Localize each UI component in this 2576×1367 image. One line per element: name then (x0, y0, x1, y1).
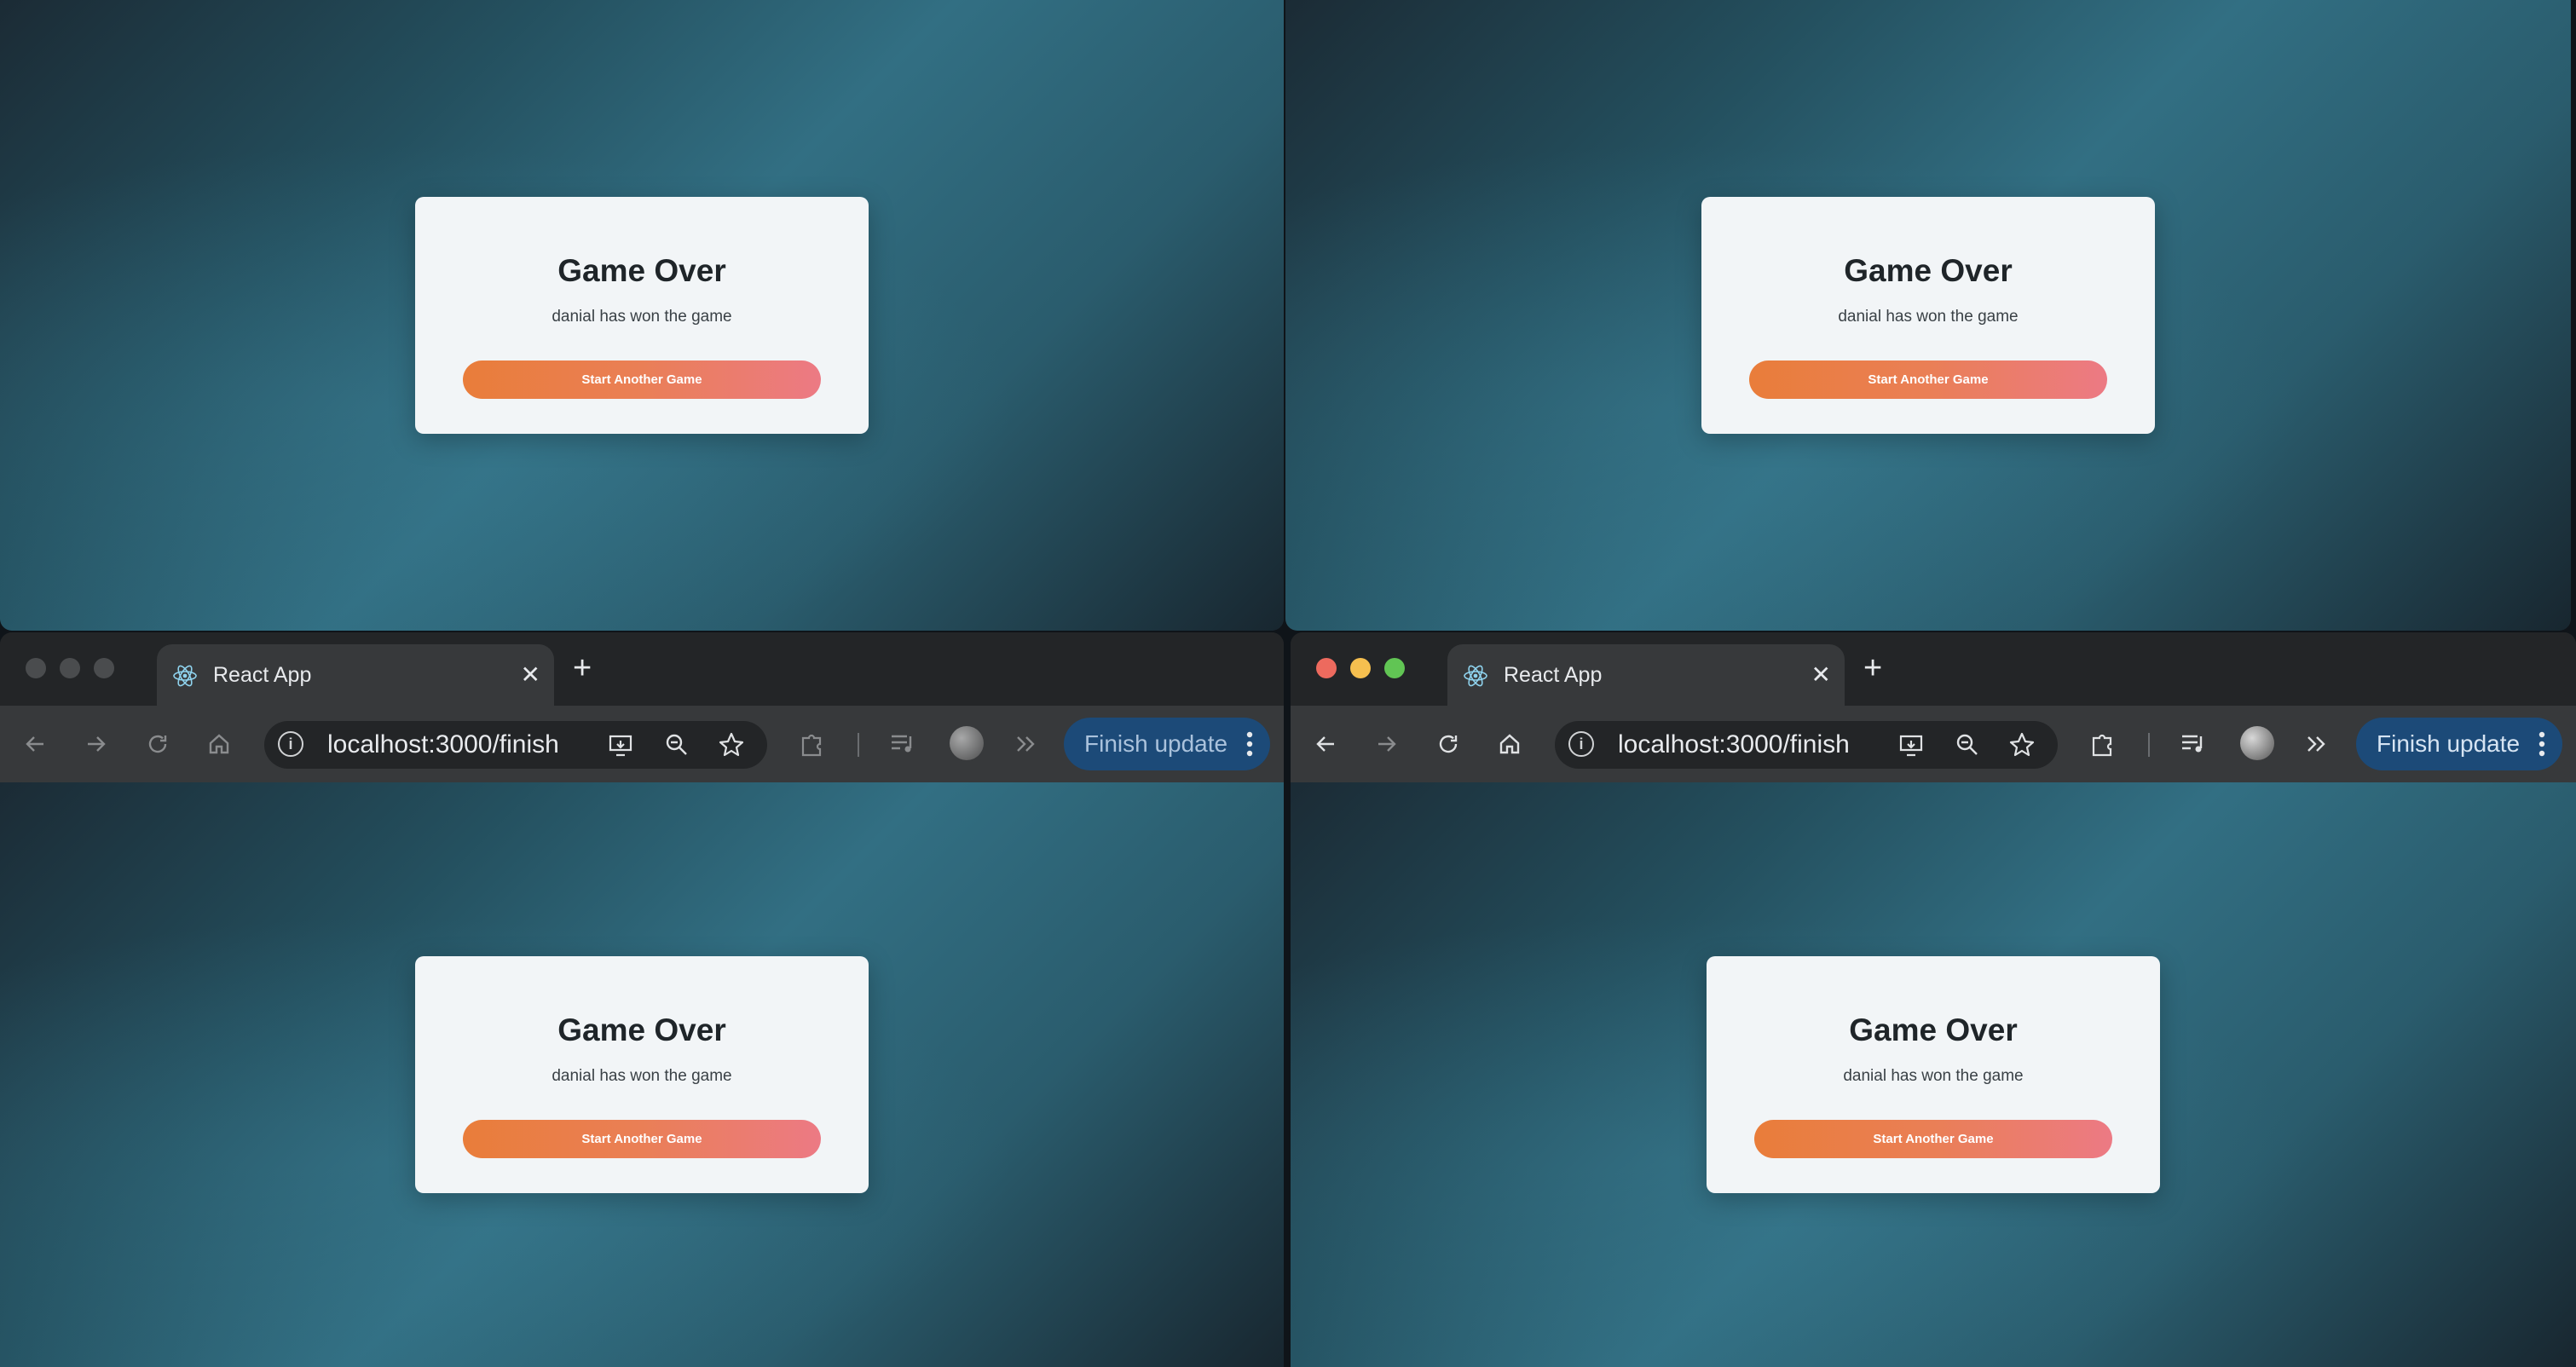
winner-message: danial has won the game (1838, 308, 2019, 326)
tab-strip: React App ✕ + (0, 632, 1284, 706)
site-info-icon[interactable]: i (1568, 731, 1594, 757)
profile-avatar[interactable] (2240, 726, 2274, 760)
minimize-window-button[interactable] (60, 658, 80, 678)
finish-update-label: Finish update (2377, 730, 2521, 757)
toolbar-separator (2148, 733, 2150, 757)
new-tab-button[interactable]: + (573, 649, 592, 687)
page-content: Game Over danial has won the game Start … (0, 0, 1284, 631)
window-controls (26, 658, 114, 678)
winner-message: danial has won the game (552, 1067, 732, 1085)
back-icon[interactable] (1308, 726, 1343, 762)
start-another-game-button[interactable]: Start Another Game (1749, 360, 2107, 399)
close-tab-icon[interactable]: ✕ (1811, 660, 1831, 690)
game-over-card: Game Over danial has won the game Start … (1701, 197, 2155, 434)
react-logo-icon (173, 665, 197, 687)
game-over-card: Game Over danial has won the game Start … (1707, 956, 2160, 1193)
address-url[interactable]: localhost:3000/finish (327, 728, 559, 762)
install-app-icon[interactable] (605, 730, 636, 760)
start-another-game-button[interactable]: Start Another Game (1754, 1120, 2112, 1158)
finish-update-label: Finish update (1084, 730, 1228, 757)
media-controls-icon[interactable] (887, 728, 919, 760)
zoom-window-button[interactable] (1384, 658, 1405, 678)
zoom-icon[interactable] (661, 730, 692, 760)
home-icon[interactable] (1492, 726, 1528, 762)
game-over-card: Game Over danial has won the game Start … (415, 197, 869, 434)
site-info-icon[interactable]: i (278, 731, 303, 757)
more-tabs-chevron-icon[interactable] (2302, 728, 2334, 760)
address-url[interactable]: localhost:3000/finish (1618, 728, 1850, 762)
tab-react-app[interactable]: React App ✕ (157, 644, 554, 706)
forward-icon[interactable] (78, 726, 114, 762)
profile-avatar[interactable] (950, 726, 984, 760)
zoom-icon[interactable] (1952, 730, 1983, 760)
card-title: Game Over (1844, 253, 2013, 288)
react-logo-icon (1464, 665, 1487, 687)
address-bar[interactable]: i localhost:3000/finish (1555, 721, 2058, 769)
tab-title: React App (1504, 663, 1603, 687)
game-over-card: Game Over danial has won the game Start … (415, 956, 869, 1193)
winner-message: danial has won the game (1843, 1067, 2024, 1085)
window-bottom-left: React App ✕ + i localhost:3000/finish Fi… (0, 632, 1284, 1367)
menu-dots-icon[interactable] (2538, 731, 2545, 757)
home-icon[interactable] (201, 726, 237, 762)
minimize-window-button[interactable] (1350, 658, 1371, 678)
tab-title: React App (213, 663, 312, 687)
page-content: Game Over danial has won the game Start … (1291, 782, 2576, 1367)
start-another-game-button[interactable]: Start Another Game (463, 1120, 821, 1158)
more-tabs-chevron-icon[interactable] (1011, 728, 1043, 760)
bookmark-star-icon[interactable] (2007, 730, 2037, 760)
toolbar-separator (858, 733, 859, 757)
tab-strip: React App ✕ + (1291, 632, 2576, 706)
window-controls (1316, 658, 1405, 678)
finish-update-button[interactable]: Finish update (1064, 718, 1270, 770)
winner-message: danial has won the game (552, 308, 732, 326)
media-controls-icon[interactable] (2177, 728, 2209, 760)
close-window-button[interactable] (1316, 658, 1337, 678)
tab-react-app[interactable]: React App ✕ (1447, 644, 1845, 706)
browser-toolbar: i localhost:3000/finish Finish update (1291, 706, 2576, 782)
close-window-button[interactable] (26, 658, 46, 678)
window-bottom-right: React App ✕ + i localhost:3000/finish Fi… (1291, 632, 2576, 1367)
reload-icon[interactable] (140, 726, 176, 762)
bookmark-star-icon[interactable] (716, 730, 747, 760)
back-icon[interactable] (17, 726, 53, 762)
page-content: Game Over danial has won the game Start … (0, 782, 1284, 1367)
new-tab-button[interactable]: + (1863, 649, 1882, 687)
window-top-left: Game Over danial has won the game Start … (0, 0, 1284, 631)
start-another-game-button[interactable]: Start Another Game (463, 360, 821, 399)
finish-update-button[interactable]: Finish update (2356, 718, 2562, 770)
close-tab-icon[interactable]: ✕ (521, 660, 540, 690)
install-app-icon[interactable] (1896, 730, 1926, 760)
reload-icon[interactable] (1430, 726, 1466, 762)
extensions-icon[interactable] (796, 728, 829, 760)
address-bar[interactable]: i localhost:3000/finish (264, 721, 767, 769)
window-top-right: Game Over danial has won the game Start … (1285, 0, 2571, 631)
card-title: Game Over (1849, 1012, 2018, 1047)
zoom-window-button[interactable] (94, 658, 114, 678)
card-title: Game Over (557, 1012, 726, 1047)
menu-dots-icon[interactable] (1246, 731, 1253, 757)
forward-icon[interactable] (1369, 726, 1405, 762)
card-title: Game Over (557, 253, 726, 288)
page-content: Game Over danial has won the game Start … (1285, 0, 2571, 631)
browser-toolbar: i localhost:3000/finish Finish update (0, 706, 1284, 782)
extensions-icon[interactable] (2087, 728, 2119, 760)
